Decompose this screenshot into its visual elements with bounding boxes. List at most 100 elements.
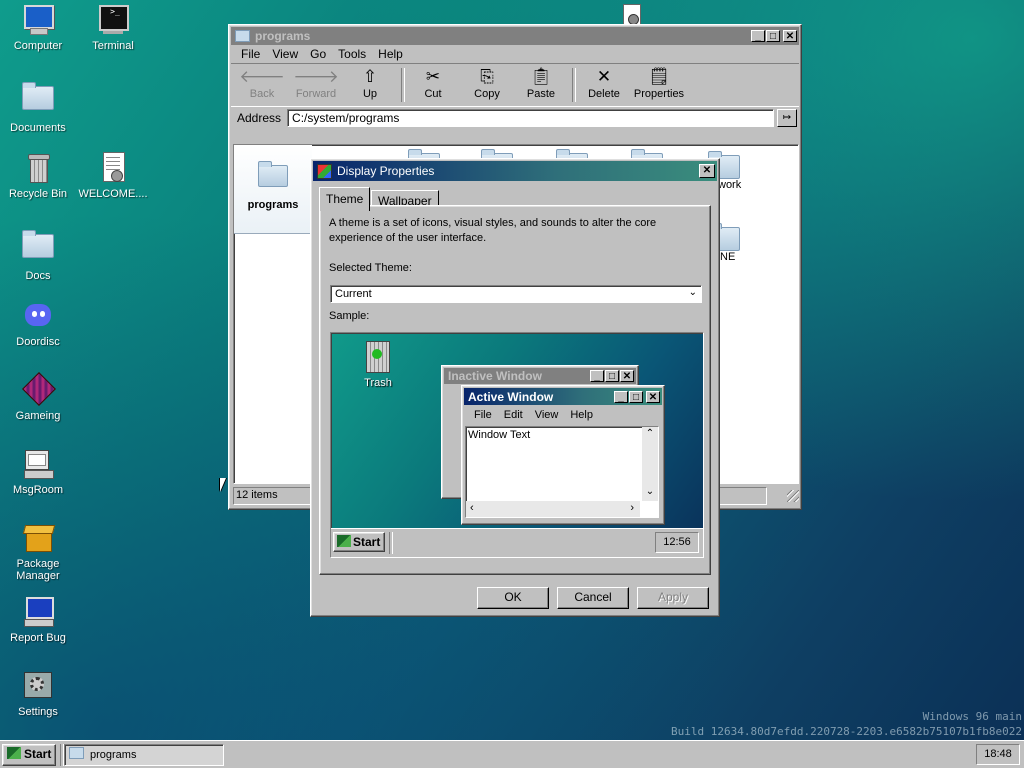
copy-icon: ⎘ — [480, 67, 494, 86]
desktop-icon-gameing[interactable]: Gameing — [0, 372, 76, 422]
folder-label: work — [718, 179, 742, 191]
terminal-icon: >_ — [97, 4, 129, 36]
cancel-button[interactable]: Cancel — [557, 587, 629, 609]
cut-button[interactable]: ✂ Cut — [408, 66, 458, 100]
menu-help[interactable]: Help — [372, 47, 409, 61]
sample-trash: Trash — [353, 341, 403, 389]
start-logo-icon — [337, 535, 351, 547]
resize-grip-icon[interactable] — [787, 490, 799, 502]
desktop-icon-label: Settings — [18, 706, 58, 718]
theme-description: A theme is a set of icons, visual styles… — [329, 217, 657, 244]
sample-horizontal-scrollbar: ‹ › — [466, 501, 640, 517]
start-logo-icon — [7, 747, 21, 759]
dialog-close-button[interactable]: ✕ — [699, 164, 715, 178]
theme-select[interactable]: Current ⌄ — [330, 285, 702, 303]
properties-label: Properties — [633, 88, 685, 100]
desktop-icon-msgroom[interactable]: MsgRoom — [0, 448, 76, 496]
display-properties-icon — [317, 163, 332, 179]
ok-button[interactable]: OK — [477, 587, 549, 609]
settings-gear-icon — [22, 670, 54, 702]
recycle-bin-icon — [366, 341, 390, 373]
computer-icon — [22, 4, 54, 36]
folder-icon — [235, 30, 250, 42]
up-button[interactable]: ⇧ Up — [345, 66, 395, 100]
game-cube-icon — [22, 372, 56, 406]
desktop-icon-recycle-bin[interactable]: Recycle Bin — [0, 152, 76, 200]
forward-label: Forward — [295, 88, 337, 100]
scroll-right-icon: › — [630, 502, 634, 514]
sample-menu-help: Help — [570, 409, 593, 421]
desktop-icon-label: Docs — [25, 270, 51, 282]
desktop-icon-label: Computer — [13, 40, 63, 52]
address-input[interactable]: C:/system/programs — [287, 109, 774, 127]
desktop-icon-label: Gameing — [15, 410, 61, 422]
properties-button[interactable]: 🗒︎ Properties — [629, 66, 689, 100]
sample-taskbar-separator — [389, 532, 393, 554]
folder-documents-icon — [22, 82, 54, 118]
menu-file[interactable]: File — [235, 47, 266, 61]
desktop-icon-report-bug[interactable]: Report Bug — [0, 596, 76, 644]
sample-taskbar: Start 12:56 — [331, 528, 703, 557]
desktop-icon-docs[interactable]: Docs — [0, 226, 76, 282]
chevron-down-icon: ⌄ — [688, 287, 697, 298]
desktop-icon-terminal[interactable]: >_ Terminal — [75, 4, 151, 52]
display-properties-dialog: Display Properties ✕ Theme Wallpaper A t… — [310, 158, 720, 617]
delete-button[interactable]: ✕ Delete — [579, 66, 629, 100]
sample-menubar: File Edit View Help — [464, 405, 662, 425]
menu-view[interactable]: View — [266, 47, 304, 61]
menu-tools[interactable]: Tools — [332, 47, 372, 61]
desktop-icon-label: Documents — [10, 122, 66, 134]
start-label: Start — [24, 747, 52, 761]
watermark-line-2: Build 12634.80d7efdd.220728-2203.e6582b7… — [671, 725, 1022, 738]
floating-document-icon[interactable] — [620, 4, 642, 26]
maximize-icon: □ — [629, 390, 643, 403]
close-button[interactable]: ✕ — [783, 30, 797, 42]
document-icon — [97, 152, 129, 184]
minimize-button[interactable]: _ — [751, 30, 765, 42]
recycle-bin-icon — [22, 152, 54, 184]
sidebar-folder-title: programs — [247, 199, 299, 211]
sample-window-text: Window Text — [468, 429, 531, 441]
sample-menu-edit: Edit — [503, 409, 523, 421]
go-button[interactable]: ↦ — [777, 109, 797, 127]
sample-active-titlebar: Active Window _ □ ✕ — [464, 388, 662, 405]
scroll-left-icon: ‹ — [470, 502, 474, 514]
taskbar-clock: 18:48 — [976, 744, 1020, 765]
desktop-icon-doordisc[interactable]: Doordisc — [0, 300, 76, 348]
tab-theme[interactable]: Theme — [319, 187, 371, 211]
close-icon: ✕ — [646, 390, 660, 403]
dialog-title: Display Properties — [337, 164, 435, 178]
sample-vertical-scrollbar: ⌃ ⌄ — [642, 427, 658, 501]
desktop-icon-package-manager[interactable]: Package Manager — [0, 522, 76, 582]
desktop-icon-settings[interactable]: Settings — [0, 670, 76, 718]
desktop-icon-computer[interactable]: Computer — [0, 4, 76, 52]
explorer-title: programs — [255, 29, 311, 43]
explorer-toolbar: 🡐 Back 🡒 Forward ⇧ Up ✂ Cut ⎘ Copy 📋︎ Paste ✕ D… — [231, 63, 799, 107]
build-watermark: Windows 96 main Build 12634.80d7efdd.220… — [671, 709, 1022, 739]
maximize-button[interactable]: □ — [766, 30, 780, 42]
forward-button[interactable]: 🡒 Forward — [291, 66, 341, 100]
desktop-icon-welcome[interactable]: WELCOME.... — [75, 152, 151, 200]
sample-menu-file: File — [474, 409, 492, 421]
desktop-icon-documents[interactable]: Documents — [0, 78, 76, 134]
dialog-titlebar[interactable]: Display Properties ✕ — [313, 161, 717, 181]
doordisc-icon — [22, 300, 54, 332]
explorer-menubar: File View Go Tools Help — [231, 45, 799, 63]
paste-button[interactable]: 📋︎ Paste — [516, 66, 566, 100]
apply-button[interactable]: Apply — [637, 587, 709, 609]
delete-label: Delete — [588, 88, 620, 100]
selected-theme-label: Selected Theme: — [329, 262, 412, 274]
start-button[interactable]: Start — [2, 744, 56, 766]
scroll-up-icon: ⌃ — [645, 428, 655, 439]
menu-go[interactable]: Go — [304, 47, 332, 61]
minimize-icon: _ — [590, 370, 604, 382]
sample-label: Sample: — [329, 310, 370, 322]
explorer-titlebar[interactable]: programs _ □ ✕ — [231, 27, 799, 45]
desktop-icon-label: WELCOME.... — [78, 188, 148, 200]
back-button[interactable]: 🡐 Back — [237, 66, 287, 100]
copy-button[interactable]: ⎘ Copy — [462, 66, 512, 100]
sample-start-button: Start — [333, 532, 385, 552]
address-bar: Address C:/system/programs ↦ — [231, 107, 799, 129]
back-arrow-icon: 🡐 — [239, 67, 285, 86]
taskbar-task-programs[interactable]: programs — [64, 744, 224, 766]
